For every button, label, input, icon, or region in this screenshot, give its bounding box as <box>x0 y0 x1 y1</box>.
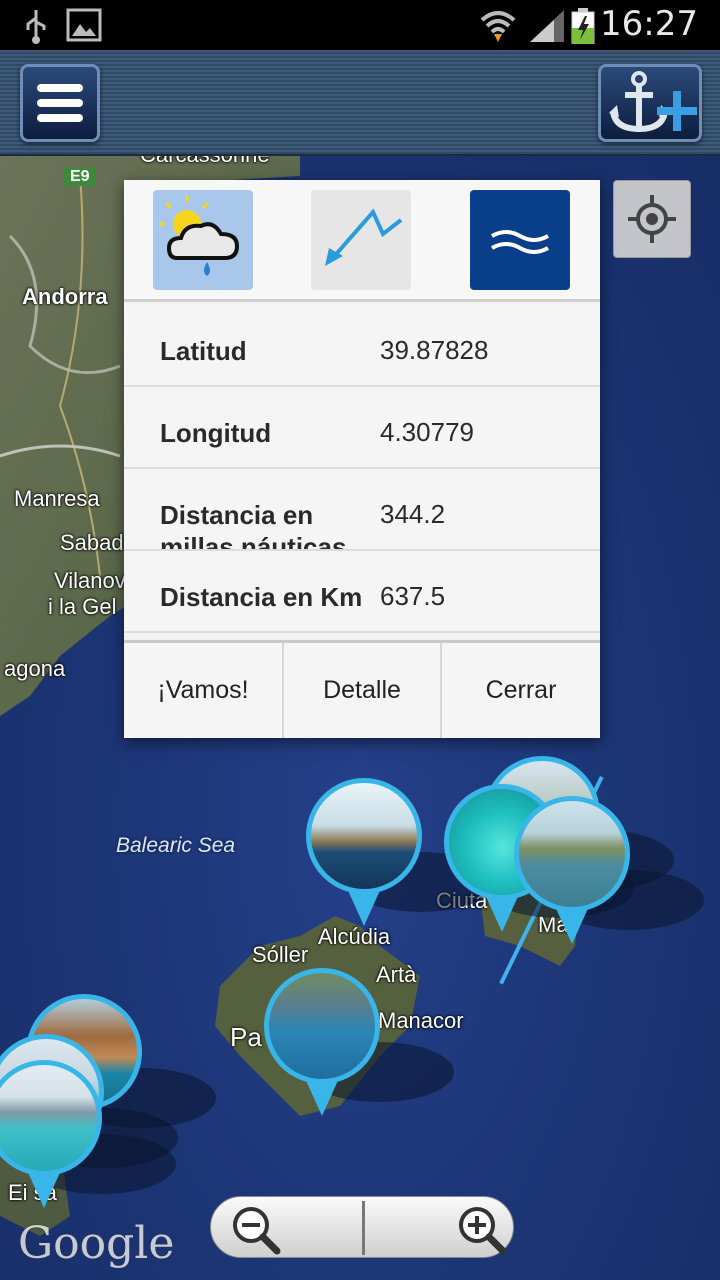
map-label-vilanova: Vilanov <box>54 568 126 593</box>
map-label-manresa: Manresa <box>14 486 100 511</box>
map-label-balearic-sea: Balearic Sea <box>116 834 236 857</box>
map-label-sabadell: Sabad <box>60 530 124 555</box>
weather-button[interactable] <box>153 190 253 290</box>
zoom-in-button[interactable] <box>451 1201 511 1255</box>
map-label-geltru: i la Gel <box>48 594 117 619</box>
map-label-andorra: Andorra <box>22 284 108 309</box>
menu-icon <box>37 84 83 122</box>
photo-pin[interactable] <box>306 778 496 928</box>
crosshair-icon <box>628 195 676 243</box>
menu-button[interactable] <box>20 64 100 142</box>
map-label-carcassonne: Carcassonne <box>140 156 270 168</box>
photo-pin[interactable] <box>514 796 704 946</box>
go-button[interactable]: ¡Vamos! <box>124 643 282 738</box>
photo-pin[interactable] <box>264 968 454 1118</box>
photo-pin[interactable] <box>0 1060 176 1210</box>
wifi-icon <box>480 11 516 42</box>
app-toolbar <box>0 50 720 156</box>
location-info-dialog: Latitud 39.87828 Longitud 4.30779 Distan… <box>124 180 600 738</box>
map-label-palma: Pa <box>230 1022 262 1052</box>
info-row-distance-nm: Distancia en millas náuticas 344.2 <box>124 469 600 551</box>
zoom-out-icon <box>233 1207 281 1255</box>
anchor-plus-icon <box>609 71 697 133</box>
road-badge-e9: E9 <box>64 168 96 186</box>
battery-icon <box>571 8 595 44</box>
info-row-latitude: Latitud 39.87828 <box>124 305 600 387</box>
google-logo: Google <box>18 1218 175 1269</box>
info-rows: Latitud 39.87828 Longitud 4.30779 Distan… <box>124 305 600 633</box>
map-label-manacor: Manacor <box>378 1008 464 1033</box>
signal-icon <box>530 10 564 42</box>
map-label-arta: Artà <box>376 962 417 987</box>
map-label-soller: Sóller <box>252 942 309 967</box>
status-bar: 16:27 <box>0 0 720 50</box>
add-anchorage-button[interactable] <box>598 64 702 142</box>
pin-photo <box>514 796 630 912</box>
clock: 16:27 <box>600 4 698 44</box>
pin-photo <box>306 778 422 894</box>
usb-icon <box>26 10 46 44</box>
zoom-in-icon <box>459 1207 507 1255</box>
image-icon <box>66 8 102 42</box>
my-location-button[interactable] <box>613 180 691 258</box>
map-label-tarragona: agona <box>4 656 66 681</box>
info-row-distance-km: Distancia en Km 637.5 <box>124 551 600 633</box>
route-button[interactable] <box>311 190 411 290</box>
sea-waves-icon <box>491 230 549 254</box>
close-button[interactable]: Cerrar <box>440 643 600 738</box>
zoom-controls <box>210 1196 514 1258</box>
detail-button[interactable]: Detalle <box>282 643 440 738</box>
info-row-longitude: Longitud 4.30779 <box>124 387 600 469</box>
dialog-icon-bar <box>124 180 600 302</box>
dialog-actions: ¡Vamos! Detalle Cerrar <box>124 640 600 738</box>
zoom-out-button[interactable] <box>225 1201 285 1255</box>
weather-icon <box>159 196 240 276</box>
route-arrow-icon <box>325 208 403 266</box>
pin-photo <box>264 968 380 1084</box>
sea-conditions-button[interactable] <box>470 190 570 290</box>
